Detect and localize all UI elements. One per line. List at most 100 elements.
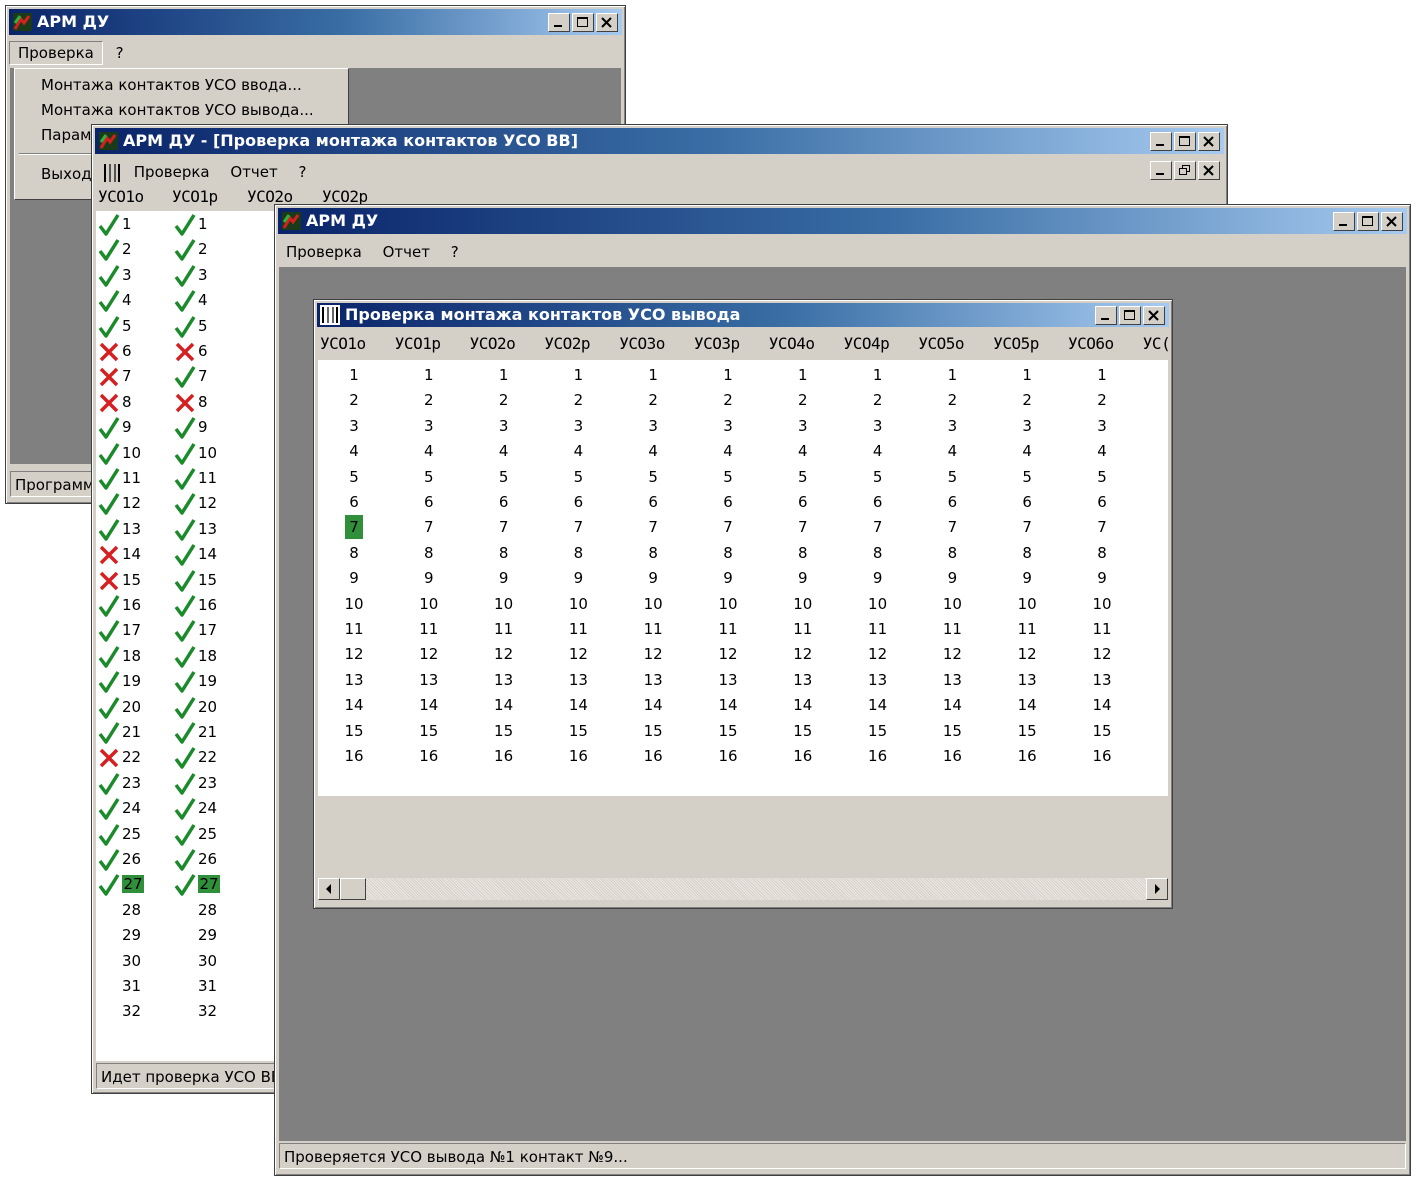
grid-cell[interactable]: 9 bbox=[623, 569, 683, 587]
grid-cell[interactable]: 4 bbox=[997, 442, 1057, 460]
grid-cell[interactable]: 4 bbox=[548, 442, 608, 460]
grid-cell[interactable]: 13 bbox=[474, 671, 534, 689]
grid-cell[interactable]: 12 bbox=[623, 645, 683, 663]
grid-cell[interactable]: 16 bbox=[399, 747, 459, 765]
menu-report[interactable]: Отчет bbox=[222, 159, 285, 185]
grid-cell[interactable]: 6 bbox=[848, 493, 908, 511]
grid-cell[interactable]: 11 bbox=[399, 620, 459, 638]
grid-cell[interactable]: 11 bbox=[698, 620, 758, 638]
grid-cell[interactable]: 15 bbox=[623, 722, 683, 740]
grid-cell[interactable]: 3 bbox=[623, 417, 683, 435]
grid-cell[interactable]: 16 bbox=[698, 747, 758, 765]
grid-cell[interactable]: 6 bbox=[773, 493, 833, 511]
menu-item-output-contacts[interactable]: Монтажа контактов УСО вывода... bbox=[15, 98, 348, 123]
grid-cell[interactable]: 10 bbox=[1072, 595, 1132, 613]
grid-cell[interactable]: 16 bbox=[324, 747, 384, 765]
grid-cell[interactable]: 14 bbox=[997, 696, 1057, 714]
grid-cell[interactable]: 13 bbox=[548, 671, 608, 689]
grid-cell[interactable]: 6 bbox=[997, 493, 1057, 511]
grid-cell[interactable]: 11 bbox=[848, 620, 908, 638]
grid-cell[interactable]: 7 bbox=[698, 518, 758, 536]
grid-cell[interactable]: 8 bbox=[1072, 544, 1132, 562]
grid-cell[interactable]: 8 bbox=[997, 544, 1057, 562]
grid-cell[interactable]: 1 bbox=[773, 366, 833, 384]
grid-cell[interactable]: 8 bbox=[773, 544, 833, 562]
grid-cell[interactable]: 13 bbox=[1072, 671, 1132, 689]
grid-cell[interactable]: 13 bbox=[848, 671, 908, 689]
scroll-right-button[interactable] bbox=[1146, 878, 1168, 900]
grid-cell[interactable]: 15 bbox=[698, 722, 758, 740]
grid-cell[interactable]: 14 bbox=[698, 696, 758, 714]
grid-cell[interactable]: 5 bbox=[623, 468, 683, 486]
child-minimize-button[interactable] bbox=[1150, 161, 1172, 180]
grid-cell[interactable]: 1 bbox=[324, 366, 384, 384]
grid-cell[interactable]: 7 bbox=[399, 518, 459, 536]
column-header[interactable]: УСО4о bbox=[769, 334, 815, 353]
grid-cell[interactable]: 3 bbox=[1072, 417, 1132, 435]
column-header[interactable]: УСО5р bbox=[993, 334, 1039, 353]
grid-cell[interactable]: 8 bbox=[399, 544, 459, 562]
grid-cell[interactable]: 12 bbox=[474, 645, 534, 663]
grid-cell[interactable]: 4 bbox=[773, 442, 833, 460]
grid-cell[interactable]: 9 bbox=[548, 569, 608, 587]
menu-help[interactable]: ? bbox=[108, 40, 132, 66]
minimize-button[interactable] bbox=[548, 13, 570, 32]
grid-cell[interactable]: 16 bbox=[474, 747, 534, 765]
grid-cell[interactable]: 6 bbox=[399, 493, 459, 511]
grid-cell[interactable]: 6 bbox=[548, 493, 608, 511]
menu-item-input-contacts[interactable]: Монтажа контактов УСО ввода... bbox=[15, 73, 348, 98]
grid-cell[interactable]: 9 bbox=[324, 569, 384, 587]
grid-cell[interactable]: 1 bbox=[474, 366, 534, 384]
scroll-left-button[interactable] bbox=[318, 878, 340, 900]
grid-cell[interactable]: 9 bbox=[399, 569, 459, 587]
grid-cell[interactable]: 4 bbox=[623, 442, 683, 460]
grid-cell[interactable]: 5 bbox=[399, 468, 459, 486]
grid-cell[interactable]: 4 bbox=[399, 442, 459, 460]
column-header[interactable]: УСО1р bbox=[395, 334, 441, 353]
title-bar[interactable]: АРМ ДУ bbox=[9, 9, 622, 35]
menu-help[interactable]: ? bbox=[291, 159, 315, 185]
grid-cell[interactable]: 1 bbox=[848, 366, 908, 384]
column-header[interactable]: УСО1р bbox=[172, 187, 218, 206]
grid-cell[interactable]: 5 bbox=[474, 468, 534, 486]
grid-cell[interactable]: 4 bbox=[1072, 442, 1132, 460]
column-header[interactable]: УСО2р bbox=[544, 334, 590, 353]
grid-cell[interactable]: 16 bbox=[997, 747, 1057, 765]
grid-cell[interactable]: 7 bbox=[773, 518, 833, 536]
grid-cell[interactable]: 10 bbox=[848, 595, 908, 613]
grid-cell[interactable]: 12 bbox=[773, 645, 833, 663]
grid-cell[interactable]: 7 bbox=[623, 518, 683, 536]
grid-cell[interactable]: 5 bbox=[698, 468, 758, 486]
minimize-button[interactable] bbox=[1150, 132, 1172, 151]
child-title-bar[interactable]: Проверка монтажа контактов УСО вывода bbox=[317, 303, 1169, 327]
grid-cell[interactable]: 11 bbox=[324, 620, 384, 638]
grid-cell[interactable]: 12 bbox=[922, 645, 982, 663]
grid-cell[interactable]: 3 bbox=[997, 417, 1057, 435]
minimize-button[interactable] bbox=[1095, 306, 1117, 325]
grid-cell[interactable]: 9 bbox=[773, 569, 833, 587]
grid-cell[interactable]: 16 bbox=[922, 747, 982, 765]
grid-cell[interactable]: 6 bbox=[474, 493, 534, 511]
grid-cell[interactable]: 14 bbox=[548, 696, 608, 714]
close-button[interactable] bbox=[1143, 306, 1165, 325]
grid-cell[interactable]: 16 bbox=[848, 747, 908, 765]
grid-cell[interactable]: 16 bbox=[623, 747, 683, 765]
column-header[interactable]: УСО5о bbox=[918, 334, 964, 353]
grid-cell[interactable]: 15 bbox=[548, 722, 608, 740]
grid-cell[interactable]: 7 bbox=[922, 518, 982, 536]
grid-cell[interactable]: 10 bbox=[997, 595, 1057, 613]
child-close-button[interactable] bbox=[1198, 161, 1220, 180]
grid-cell[interactable]: 2 bbox=[848, 391, 908, 409]
grid-cell[interactable]: 13 bbox=[773, 671, 833, 689]
grid-cell[interactable]: 11 bbox=[773, 620, 833, 638]
grid-cell[interactable]: 5 bbox=[848, 468, 908, 486]
column-header[interactable]: УС( bbox=[1143, 334, 1168, 353]
grid-cell[interactable]: 12 bbox=[1072, 645, 1132, 663]
close-button[interactable] bbox=[1381, 212, 1403, 231]
grid-cell[interactable]: 15 bbox=[848, 722, 908, 740]
grid-cell[interactable]: 11 bbox=[548, 620, 608, 638]
grid-cell[interactable]: 15 bbox=[399, 722, 459, 740]
grid-cell[interactable]: 3 bbox=[548, 417, 608, 435]
grid-cell[interactable]: 6 bbox=[922, 493, 982, 511]
grid-cell[interactable]: 2 bbox=[324, 391, 384, 409]
